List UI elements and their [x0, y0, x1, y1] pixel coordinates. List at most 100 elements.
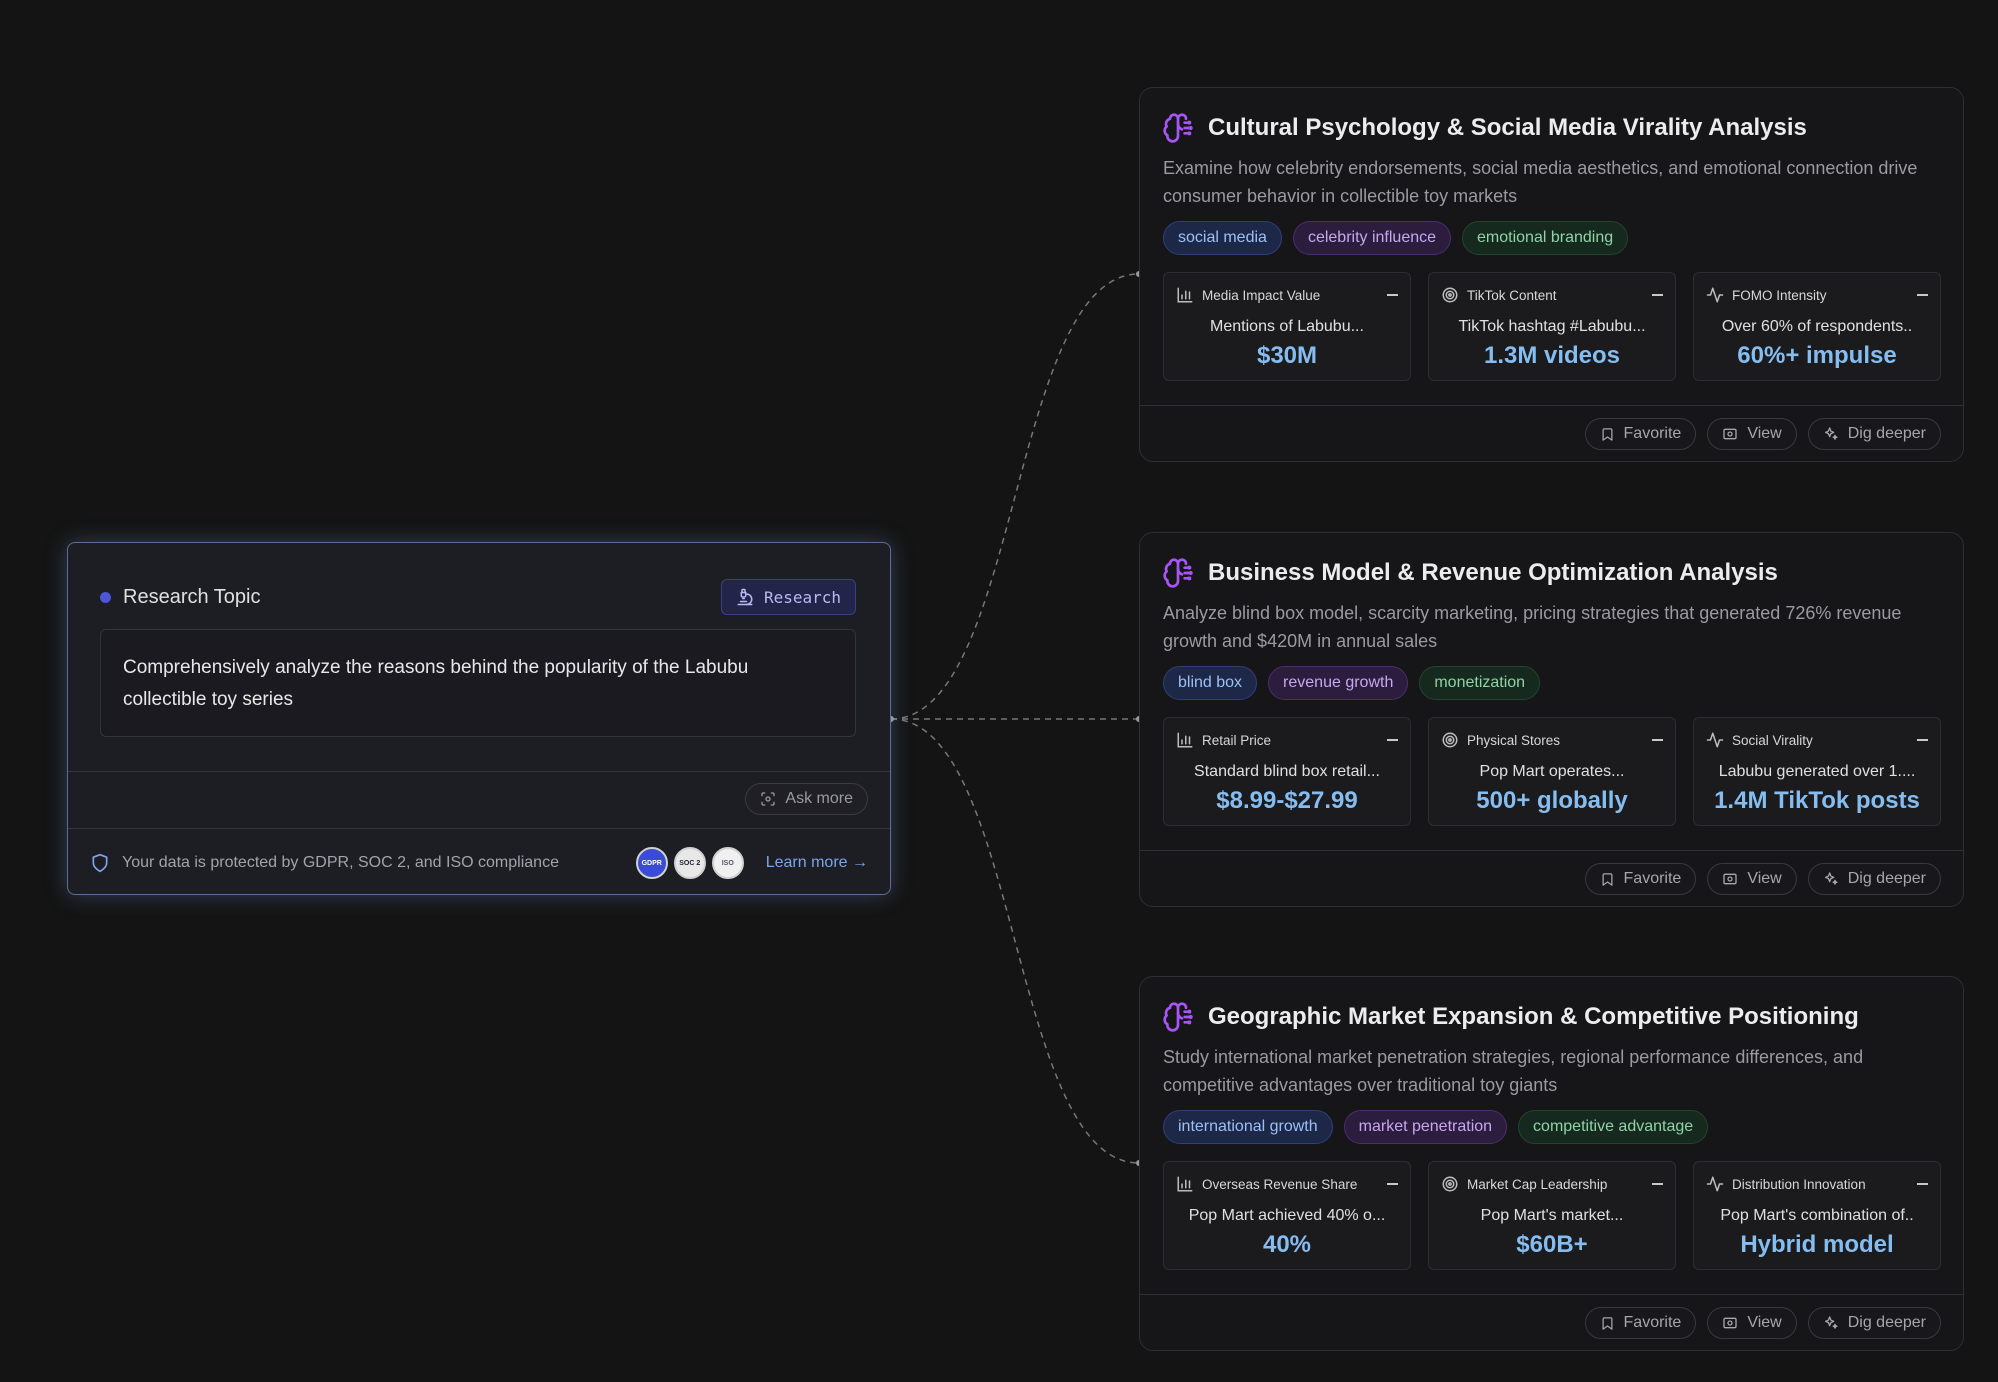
- card-description: Study international market penetration s…: [1163, 1047, 1864, 1095]
- metric-description: Pop Mart's combination of..: [1720, 1207, 1914, 1224]
- tag[interactable]: blind box: [1163, 666, 1258, 700]
- microscope-icon: [736, 588, 754, 606]
- collapse-icon[interactable]: [1652, 294, 1663, 296]
- collapse-icon[interactable]: [1387, 1183, 1398, 1185]
- card-title-row: Geographic Market Expansion & Competitiv…: [1162, 1001, 1859, 1033]
- collapse-icon[interactable]: [1387, 294, 1398, 296]
- tag[interactable]: competitive advantage: [1518, 1110, 1709, 1144]
- collapse-icon[interactable]: [1917, 294, 1928, 296]
- card-actions: Favorite View Dig deeper: [1584, 418, 1941, 450]
- tag[interactable]: social media: [1163, 221, 1282, 255]
- activity-icon: [1706, 731, 1724, 749]
- tag-list: international growth market penetration …: [1163, 1110, 1709, 1144]
- topic-label: Research Topic: [123, 585, 261, 608]
- metric-description: Labubu generated over 1....: [1718, 763, 1916, 780]
- soc2-badge: SOC 2: [673, 847, 706, 879]
- view-icon: [1722, 871, 1738, 887]
- metric-header: FOMO Intensity: [1706, 286, 1928, 304]
- collapse-icon[interactable]: [1652, 1183, 1663, 1185]
- view-button[interactable]: View: [1707, 863, 1797, 895]
- tag[interactable]: international growth: [1163, 1110, 1333, 1144]
- metric-value: Hybrid model: [1740, 1231, 1894, 1258]
- collapse-icon[interactable]: [1917, 739, 1928, 741]
- topic-text[interactable]: Comprehensively analyze the reasons behi…: [100, 629, 856, 737]
- favorite-button[interactable]: Favorite: [1584, 418, 1697, 450]
- tag[interactable]: revenue growth: [1268, 666, 1409, 700]
- connector-line-1: [890, 273, 1140, 720]
- bookmark-icon: [1600, 872, 1615, 887]
- bookmark-icon: [1600, 427, 1615, 442]
- divider: [68, 828, 890, 829]
- research-button-label: Research: [763, 587, 841, 607]
- view-button[interactable]: View: [1707, 1307, 1797, 1339]
- metric-card[interactable]: FOMO Intensity Over 60% of respondents..…: [1693, 272, 1941, 381]
- metric-value: 500+ globally: [1476, 787, 1628, 814]
- dig-deeper-label: Dig deeper: [1847, 425, 1926, 442]
- dig-deeper-button[interactable]: Dig deeper: [1807, 863, 1941, 895]
- target-icon: [1441, 731, 1459, 749]
- metric-card[interactable]: Distribution Innovation Pop Mart's combi…: [1693, 1161, 1941, 1270]
- metric-header: Physical Stores: [1441, 731, 1663, 749]
- dig-deeper-button[interactable]: Dig deeper: [1807, 1307, 1941, 1339]
- metric-description: Pop Mart operates...: [1479, 763, 1625, 780]
- metric-description: Pop Mart achieved 40% o...: [1188, 1207, 1386, 1224]
- metric-description: Mentions of Labubu...: [1210, 318, 1364, 335]
- tag-list: social media celebrity influence emotion…: [1163, 221, 1629, 255]
- bar-chart-icon: [1176, 1175, 1194, 1193]
- card-actions: Favorite View Dig deeper: [1584, 1307, 1941, 1339]
- view-button[interactable]: View: [1707, 418, 1797, 450]
- metric-description: Pop Mart's market...: [1480, 1207, 1624, 1224]
- metric-header: Distribution Innovation: [1706, 1175, 1928, 1193]
- metric-header: Media Impact Value: [1176, 286, 1398, 304]
- collapse-icon[interactable]: [1917, 1183, 1928, 1185]
- metric-card[interactable]: Market Cap Leadership Pop Mart's market.…: [1428, 1161, 1676, 1270]
- activity-icon: [1706, 286, 1724, 304]
- metric-card[interactable]: Physical Stores Pop Mart operates... 500…: [1428, 717, 1676, 826]
- metric-list: Retail Price Standard blind box retail..…: [1163, 717, 1941, 826]
- dig-deeper-button[interactable]: Dig deeper: [1807, 418, 1941, 450]
- view-label: View: [1747, 870, 1782, 887]
- sparkles-icon: [1823, 426, 1839, 442]
- connector-line-3: [890, 718, 1140, 1164]
- bar-chart-icon: [1176, 731, 1194, 749]
- shield-icon: [90, 853, 110, 873]
- tag[interactable]: celebrity influence: [1292, 221, 1452, 255]
- view-label: View: [1747, 1314, 1782, 1331]
- metric-description: TikTok hashtag #Labubu...: [1458, 318, 1646, 335]
- analysis-card: Geographic Market Expansion & Competitiv…: [1139, 976, 1964, 1351]
- divider: [1140, 850, 1963, 851]
- metric-header: Social Virality: [1706, 731, 1928, 749]
- card-title: Cultural Psychology & Social Media Viral…: [1208, 114, 1807, 141]
- collapse-icon[interactable]: [1387, 739, 1398, 741]
- collapse-icon[interactable]: [1652, 739, 1663, 741]
- research-button[interactable]: Research: [720, 579, 856, 615]
- metric-value: 1.3M videos: [1483, 342, 1621, 369]
- metric-value: 60%+ impulse: [1737, 342, 1897, 369]
- favorite-label: Favorite: [1623, 1314, 1682, 1331]
- tag[interactable]: market penetration: [1343, 1110, 1508, 1144]
- tag[interactable]: emotional branding: [1462, 221, 1629, 255]
- metric-card[interactable]: Media Impact Value Mentions of Labubu...…: [1163, 272, 1411, 381]
- metric-card[interactable]: TikTok Content TikTok hashtag #Labubu...…: [1428, 272, 1676, 381]
- brain-icon: [1162, 1001, 1194, 1033]
- tag[interactable]: monetization: [1419, 666, 1541, 700]
- metric-name: Retail Price: [1202, 732, 1272, 748]
- ask-more-button[interactable]: Ask more: [745, 783, 868, 815]
- bookmark-icon: [1600, 1316, 1615, 1331]
- target-icon: [1441, 286, 1459, 304]
- learn-more-link[interactable]: Learn more →: [766, 854, 868, 872]
- card-title: Business Model & Revenue Optimization An…: [1208, 559, 1778, 586]
- view-label: View: [1747, 425, 1782, 442]
- metric-name: FOMO Intensity: [1732, 287, 1827, 303]
- favorite-button[interactable]: Favorite: [1584, 1307, 1697, 1339]
- metric-card[interactable]: Social Virality Labubu generated over 1.…: [1693, 717, 1941, 826]
- metric-card[interactable]: Retail Price Standard blind box retail..…: [1163, 717, 1411, 826]
- metric-card[interactable]: Overseas Revenue Share Pop Mart achieved…: [1163, 1161, 1411, 1270]
- favorite-button[interactable]: Favorite: [1584, 863, 1697, 895]
- ask-more-label: Ask more: [785, 790, 853, 807]
- view-icon: [1722, 1315, 1738, 1331]
- topic-header: Research Topic Research: [100, 579, 856, 615]
- metric-list: Overseas Revenue Share Pop Mart achieved…: [1163, 1161, 1941, 1270]
- card-description: Analyze blind box model, scarcity market…: [1163, 603, 1902, 651]
- metric-value: $60B+: [1516, 1231, 1588, 1258]
